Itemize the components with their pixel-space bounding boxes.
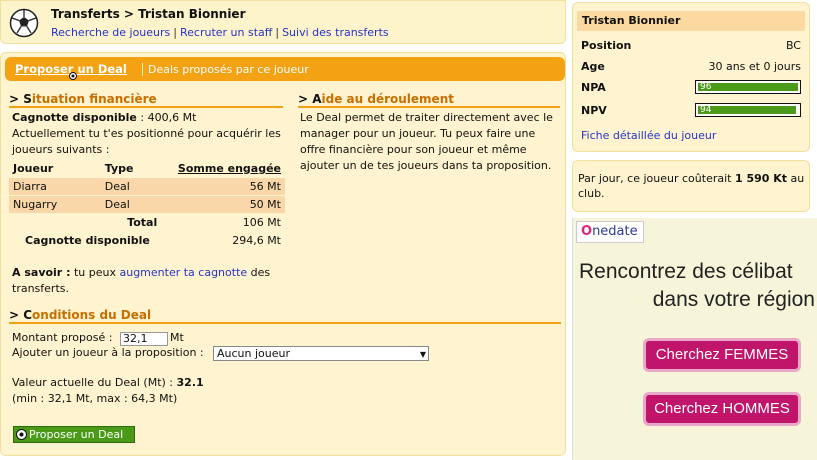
help-text: Le Deal permet de traiter directement av… — [300, 111, 553, 172]
link-increase-cagnotte[interactable]: augmenter ta cagnotte — [119, 266, 247, 279]
engaged-players-table: Joueur Type Somme engagée Diarra Deal 56… — [9, 160, 285, 249]
row-type: Deal — [100, 176, 166, 195]
npv-bar-fill — [698, 106, 796, 114]
age-label: Age — [581, 60, 605, 73]
onedate-logo[interactable]: Onedate — [576, 221, 644, 243]
soccer-ball-icon — [9, 8, 39, 38]
col-type: Type — [104, 161, 134, 175]
table-row: Nugarry Deal 50 Mt — [9, 194, 285, 213]
search-women-button[interactable]: Cherchez FEMMES — [643, 338, 801, 372]
position-value: BC — [785, 39, 801, 52]
player-name: Tristan Bionnier — [577, 11, 805, 31]
deal-range: (min : 32,1 Mt, max : 64,3 Mt) — [12, 392, 178, 405]
row-amount: 50 Mt — [165, 194, 285, 213]
add-player-select[interactable]: Aucun joueur ▼ — [213, 346, 429, 361]
row-amount: 56 Mt — [165, 176, 285, 195]
player-card: Tristan Bionnier Position BC Age 30 ans … — [572, 2, 810, 152]
header-links: Recherche de joueurs | Recruter un staff | S… — [51, 26, 389, 39]
col-player: Joueur — [13, 161, 54, 175]
position-label: Position — [581, 39, 632, 52]
npv-value: 94 — [700, 105, 712, 115]
player-cost-text: Par jour, ce joueur coûterait 1 590 Kt a… — [578, 172, 805, 200]
link-player-details[interactable]: Fiche détaillée du joueur — [581, 129, 716, 142]
ad-line-2: dans votre région — [652, 288, 815, 311]
finance-intro: Actuellement tu t'es positionné pour acq… — [12, 127, 281, 156]
link-search-players[interactable]: Recherche de joueurs — [51, 26, 170, 39]
tab-bar: Proposer un Deal Deals proposés par ce j… — [5, 57, 565, 81]
ad-line-1: Rencontrez des célibat — [579, 260, 793, 283]
total-label: Total — [127, 215, 158, 229]
tab-separator — [142, 63, 143, 76]
link-transfer-tracking[interactable]: Suivi des transferts — [282, 26, 389, 39]
amount-label: Montant proposé : — [12, 331, 113, 344]
age-value: 30 ans et 0 jours — [708, 60, 801, 73]
tab-deals-proposed[interactable]: Deals proposés par ce joueur — [148, 63, 309, 76]
npa-label: NPA — [581, 81, 606, 94]
conditions-divider — [9, 322, 561, 324]
link-recruit-staff[interactable]: Recruter un staff — [180, 26, 272, 39]
ad-banner[interactable]: Onedate Rencontrez des célibat dans votr… — [572, 218, 817, 460]
search-men-button[interactable]: Cherchez HOMMES — [643, 392, 801, 426]
help-divider — [298, 106, 560, 108]
add-player-label: Ajouter un joueur à la proposition : — [12, 346, 204, 359]
player-cost-box: Par jour, ce joueur coûterait 1 590 Kt a… — [572, 160, 810, 212]
available-value: 294,6 Mt — [232, 233, 281, 247]
soccer-ball-icon — [16, 429, 27, 440]
section-title-help: > Aide au déroulement — [298, 92, 454, 106]
page-title: Transferts > Tristan Bionnier — [51, 7, 246, 21]
npa-bar: 96 — [695, 80, 801, 94]
row-player: Nugarry — [9, 194, 101, 213]
deal-value-line: Valeur actuelle du Deal (Mt) : 32.1 — [12, 376, 204, 389]
table-row: Diarra Deal 56 Mt — [9, 176, 285, 195]
soccer-ball-cursor-icon — [69, 72, 77, 80]
npa-value: 96 — [700, 82, 712, 92]
cagnotte-line: Cagnotte disponible : 400,6 Mt — [12, 111, 197, 124]
available-label: Cagnotte disponible — [25, 233, 150, 247]
chevron-down-icon: ▼ — [419, 350, 426, 359]
row-type: Deal — [100, 194, 166, 213]
section-title-conditions: > Conditions du Deal — [9, 308, 152, 322]
npa-bar-fill — [698, 83, 798, 91]
row-player: Diarra — [9, 176, 101, 195]
amount-input[interactable]: 32,1 — [120, 332, 168, 346]
page-header: Transferts > Tristan Bionnier Recherche … — [0, 0, 566, 44]
npv-label: NPV — [581, 104, 607, 117]
col-amount: Somme engagée — [177, 161, 281, 175]
section-title-finance: > Situation financière — [9, 92, 157, 106]
amount-unit: Mt — [170, 331, 184, 344]
know-note: A savoir : tu peux augmenter ta cagnotte… — [12, 266, 271, 295]
total-value: 106 Mt — [242, 215, 281, 229]
deal-panel: Proposer un Deal Deals proposés par ce j… — [0, 52, 566, 456]
npv-bar: 94 — [695, 103, 801, 117]
propose-deal-button[interactable]: Proposer un Deal — [13, 426, 135, 443]
finance-divider — [9, 106, 283, 108]
